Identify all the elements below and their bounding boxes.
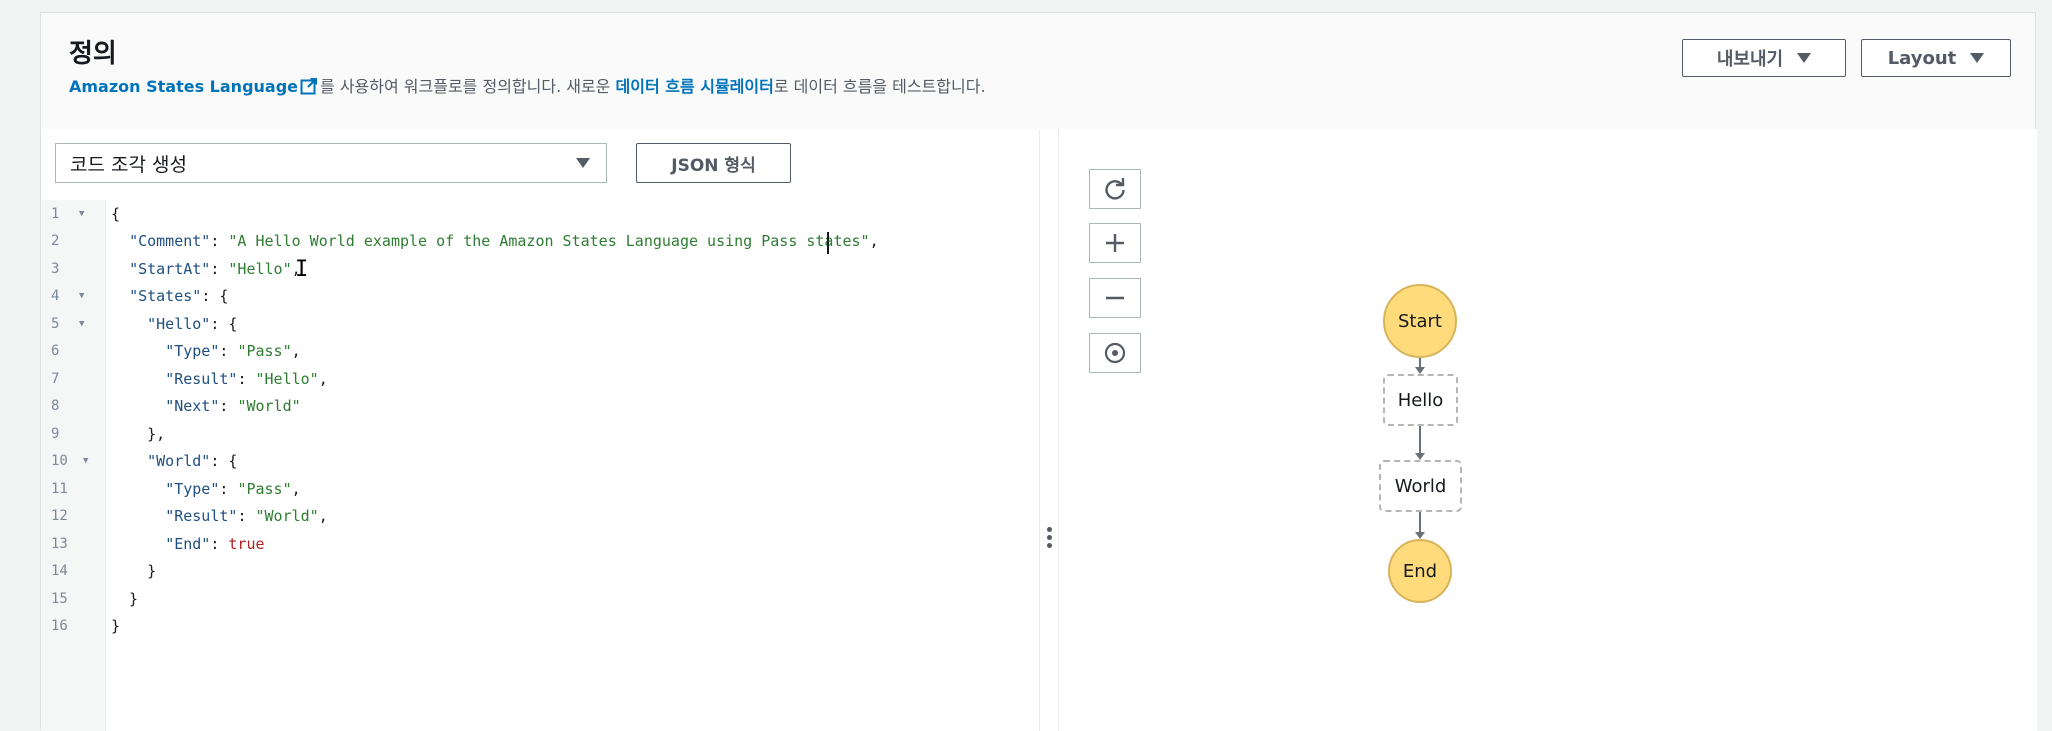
line-number: 11	[51, 481, 68, 497]
arrow-icon	[1415, 453, 1425, 460]
zoom-out-button[interactable]	[1089, 278, 1141, 318]
code-line: "Hello": {	[147, 315, 238, 333]
code-line: }	[111, 590, 139, 608]
refresh-icon	[1105, 178, 1125, 200]
line-number: 12	[51, 508, 68, 524]
pane-resize-handle[interactable]	[1039, 129, 1059, 731]
export-button[interactable]: 내보내기	[1682, 39, 1846, 77]
layout-label: Layout	[1887, 47, 1957, 69]
code-area[interactable]: 1 ▼ 2 3 4 ▼ 5 ▼ 6 7 8 9 10 ▼ 11 12 13 14 15 …	[41, 200, 1039, 731]
caret-down-icon	[1797, 53, 1812, 63]
zoom-in-button[interactable]	[1089, 223, 1141, 263]
line-number: 1 ▼	[51, 201, 91, 228]
center-button[interactable]	[1089, 333, 1141, 373]
line-number: 5 ▼	[51, 311, 91, 338]
line-number: 15	[51, 591, 68, 607]
code-line: }	[111, 562, 157, 580]
line-number: 8	[51, 398, 60, 414]
json-format-button[interactable]: JSON 형식	[636, 143, 791, 183]
external-link-icon[interactable]	[300, 77, 318, 99]
code-line: "StartAt": "Hello",	[129, 260, 301, 278]
edge	[1419, 426, 1421, 456]
code-line: "Next": "World"	[165, 397, 301, 415]
drag-handle-icon[interactable]	[1047, 527, 1052, 551]
state-node-hello[interactable]: Hello	[1383, 374, 1458, 426]
center-icon	[1104, 342, 1126, 364]
line-number: 6	[51, 343, 60, 359]
code-line: "End": true	[165, 535, 265, 553]
code-line: "World": {	[147, 452, 238, 470]
line-number: 2	[51, 233, 60, 249]
layout-button[interactable]: Layout	[1861, 39, 2011, 77]
code-line: {	[111, 205, 121, 223]
arrow-icon	[1415, 532, 1425, 539]
snippet-select-value: 코드 조각 생성	[70, 153, 187, 176]
fold-icon[interactable]: ▼	[79, 311, 84, 338]
end-node: End	[1388, 539, 1452, 603]
zoom-out-icon	[1106, 296, 1124, 300]
line-number: 3	[51, 261, 60, 277]
code-line: "Result": "World",	[165, 507, 328, 525]
line-number: 14	[51, 563, 68, 579]
fold-icon[interactable]: ▼	[83, 448, 88, 475]
line-number: 9	[51, 426, 60, 442]
page-title: 정의	[69, 39, 117, 69]
caret-down-icon	[576, 158, 590, 168]
line-number: 16	[51, 618, 68, 634]
edge	[1419, 512, 1421, 534]
refresh-button[interactable]	[1089, 169, 1141, 209]
desc-text-2: 로 데이터 흐름을 테스트합니다.	[773, 77, 986, 96]
start-node: Start	[1383, 284, 1457, 358]
zoom-in-icon	[1106, 234, 1124, 252]
desc-text-1: 를 사용하여 워크플로를 정의합니다. 새로운	[320, 77, 616, 96]
export-label: 내보내기	[1716, 49, 1784, 70]
code-line: }	[111, 617, 121, 635]
text-cursor	[827, 232, 829, 254]
snippet-select[interactable]: 코드 조각 생성	[55, 143, 607, 183]
graph-pane: Start Hello World End	[1059, 129, 2037, 731]
panel-header: 정의 Amazon States Language 를 사용하여 워크플로를 정의…	[41, 13, 2035, 130]
code-editor-pane: 코드 조각 생성 JSON 형식 1 ▼ 2 3 4 ▼ 5 ▼ 6 7 8 9 10…	[41, 129, 1039, 731]
code-line: "Result": "Hello",	[165, 370, 328, 388]
arrow-icon	[1415, 367, 1425, 374]
code-line: "Type": "Pass",	[165, 342, 301, 360]
code-line: },	[111, 425, 166, 443]
line-number: 7	[51, 371, 60, 387]
caret-down-icon	[1970, 53, 1985, 63]
definition-panel: 정의 Amazon States Language 를 사용하여 워크플로를 정의…	[40, 12, 2037, 731]
fold-icon[interactable]: ▼	[79, 283, 84, 310]
fold-icon[interactable]: ▼	[79, 201, 84, 228]
data-flow-simulator-link[interactable]: 데이터 흐름 시뮬레이터	[616, 77, 774, 96]
code-line: "Type": "Pass",	[165, 480, 301, 498]
json-format-label: JSON 형식	[671, 155, 756, 176]
line-gutter: 1 ▼ 2 3 4 ▼ 5 ▼ 6 7 8 9 10 ▼ 11 12 13 14 15 …	[41, 200, 106, 731]
line-number: 10 ▼	[51, 448, 91, 475]
code-line: "States": {	[129, 287, 229, 305]
line-number: 13	[51, 536, 68, 552]
asl-link[interactable]: Amazon States Language	[69, 77, 298, 96]
i-beam-cursor-icon: I	[295, 257, 309, 282]
line-number: 4 ▼	[51, 283, 91, 310]
panel-description: Amazon States Language 를 사용하여 워크플로를 정의합니다…	[69, 73, 986, 99]
code-line: "Comment": "A Hello World example of the…	[129, 232, 879, 250]
state-node-world[interactable]: World	[1379, 460, 1462, 512]
